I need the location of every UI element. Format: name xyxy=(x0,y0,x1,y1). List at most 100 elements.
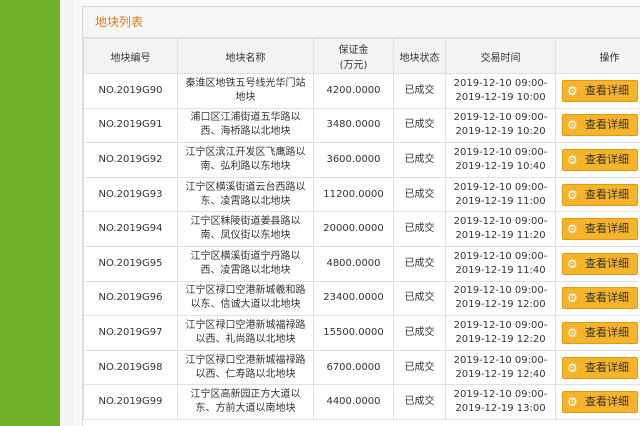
cell-name-line2: 以东、信诚大道以北地块 xyxy=(190,299,301,311)
cell-name-line1: 江宁区禄口空港新城羲和路 xyxy=(185,285,306,297)
cell-action: ⚙ 查看详细 xyxy=(555,211,640,247)
header-action: 操作 xyxy=(555,38,640,74)
cell-deposit: 20000.0000 xyxy=(313,211,394,247)
view-details-button[interactable]: ⚙ 查看详细 xyxy=(562,391,638,414)
cell-time-start: 2019-12-10 09:00- xyxy=(453,319,548,331)
table-row: NO.2019G96 江宁区禄口空港新城羲和路 以东、信诚大道以北地块 23400.0… xyxy=(83,280,640,317)
land-list-panel: 地块列表 地块编号 地块名称 保证金 (万元) 地块状态 交易时间 操作 NO.… xyxy=(82,6,640,426)
cell-time-start: 2019-12-10 09:00- xyxy=(453,285,548,297)
view-details-label: 查看详细 xyxy=(585,152,629,166)
cell-status: 已成交 xyxy=(393,142,446,178)
view-details-label: 查看详细 xyxy=(585,360,629,374)
cell-time: 2019-12-10 09:00- 2019-12-19 10:40 xyxy=(445,142,556,178)
view-details-label: 查看详细 xyxy=(585,325,629,339)
cell-code: NO.2019G96 xyxy=(83,280,178,317)
header-deposit: 保证金 (万元) xyxy=(313,38,394,74)
cell-code: NO.2019G98 xyxy=(83,349,178,386)
cell-deposit: 4200.0000 xyxy=(313,73,394,109)
cell-name-line2: 东、凌霄路以北地块 xyxy=(200,195,291,207)
gear-icon: ⚙ xyxy=(567,222,578,237)
cell-name-line1: 秦淮区地铁五号线光华门站 xyxy=(185,77,306,89)
cell-name-line1: 江宁区禄口空港新城福禄路 xyxy=(185,319,306,331)
table-row: NO.2019G94 江宁区秣陵街道姜县路以 南、凤仪街以东地块 20000.0000… xyxy=(83,211,640,247)
cell-name-line1: 江宁区滨江开发区飞鹰路以 xyxy=(185,146,306,158)
panel-title: 地块列表 xyxy=(83,7,640,38)
view-details-label: 查看详细 xyxy=(585,118,629,132)
view-details-label: 查看详细 xyxy=(585,256,629,270)
cell-time: 2019-12-10 09:00- 2019-12-19 12:00 xyxy=(445,280,556,317)
cell-time-end: 2019-12-19 12:40 xyxy=(455,368,546,380)
cell-name-line1: 浦口区江浦街道五华路以 xyxy=(190,112,301,124)
cell-code: NO.2019G95 xyxy=(83,245,178,282)
view-details-button[interactable]: ⚙ 查看详细 xyxy=(562,183,638,206)
table-row: NO.2019G90 秦淮区地铁五号线光华门站 地块 4200.0000 已成交 2019… xyxy=(83,73,640,109)
cell-time-start: 2019-12-10 09:00- xyxy=(453,181,548,193)
cell-name: 秦淮区地铁五号线光华门站 地块 xyxy=(177,73,314,109)
header-deposit-line1: 保证金 xyxy=(338,45,369,56)
view-details-button[interactable]: ⚙ 查看详细 xyxy=(562,356,638,379)
cell-name-line1: 江宁区秣陵街道姜县路以 xyxy=(190,216,301,228)
side-gap xyxy=(60,0,74,426)
cell-time: 2019-12-10 09:00- 2019-12-19 12:40 xyxy=(445,349,556,386)
cell-time-start: 2019-12-10 09:00- xyxy=(453,354,548,366)
cell-name: 浦口区江浦街道五华路以 西、海桥路以北地块 xyxy=(177,107,314,144)
cell-name: 江宁区高新园正方大道以 东、方前大道以南地块 xyxy=(177,384,314,420)
gear-icon: ⚙ xyxy=(567,360,578,375)
cell-time: 2019-12-10 09:00- 2019-12-19 10:00 xyxy=(445,73,556,109)
cell-deposit: 15500.0000 xyxy=(313,315,394,351)
cell-action: ⚙ 查看详细 xyxy=(555,107,640,144)
cell-name-line2: 以西、礼尚路以北地块 xyxy=(195,333,296,345)
view-details-button[interactable]: ⚙ 查看详细 xyxy=(562,148,638,171)
table-row: NO.2019G92 江宁区滨江开发区飞鹰路以 南、弘利路以东地块 3600.0000… xyxy=(83,142,640,178)
cell-name: 江宁区滨江开发区飞鹰路以 南、弘利路以东地块 xyxy=(177,142,314,178)
cell-deposit: 4400.0000 xyxy=(313,384,394,420)
cell-action: ⚙ 查看详细 xyxy=(555,73,640,109)
table-row: NO.2019G91 浦口区江浦街道五华路以 西、海桥路以北地块 3480.0000 已… xyxy=(83,107,640,144)
cell-name-line1: 江宁区横溪街道宁丹路以 xyxy=(190,250,301,262)
header-time: 交易时间 xyxy=(445,38,556,74)
cell-time-start: 2019-12-10 09:00- xyxy=(453,250,548,262)
cell-name-line2: 东、方前大道以南地块 xyxy=(195,403,296,415)
view-details-button[interactable]: ⚙ 查看详细 xyxy=(562,252,638,275)
cell-code: NO.2019G93 xyxy=(83,176,178,213)
cell-status: 已成交 xyxy=(393,384,446,420)
cell-name: 江宁区禄口空港新城福禄路 以西、礼尚路以北地块 xyxy=(177,315,314,351)
table-row: NO.2019G98 江宁区禄口空港新城福禄路 以西、仁寿路以北地块 6700.000… xyxy=(83,349,640,386)
cell-name-line1: 江宁区高新园正方大道以 xyxy=(190,389,301,401)
view-details-button[interactable]: ⚙ 查看详细 xyxy=(562,79,638,102)
cell-time-end: 2019-12-19 12:00 xyxy=(455,299,546,311)
view-details-label: 查看详细 xyxy=(585,83,629,97)
cell-time-start: 2019-12-10 09:00- xyxy=(453,77,548,89)
cell-name: 江宁区秣陵街道姜县路以 南、凤仪街以东地块 xyxy=(177,211,314,247)
gear-icon: ⚙ xyxy=(567,256,578,271)
gear-icon: ⚙ xyxy=(567,83,578,98)
cell-time-start: 2019-12-10 09:00- xyxy=(453,389,548,401)
table-row: NO.2019G97 江宁区禄口空港新城福禄路 以西、礼尚路以北地块 15500.00… xyxy=(83,315,640,351)
cell-status: 已成交 xyxy=(393,315,446,351)
cell-deposit: 23400.0000 xyxy=(313,280,394,317)
view-details-label: 查看详细 xyxy=(585,395,629,409)
cell-time: 2019-12-10 09:00- 2019-12-19 10:20 xyxy=(445,107,556,144)
land-table: 地块编号 地块名称 保证金 (万元) 地块状态 交易时间 操作 NO.2019G… xyxy=(83,38,640,420)
cell-time: 2019-12-10 09:00- 2019-12-19 11:00 xyxy=(445,176,556,213)
table-row: NO.2019G95 江宁区横溪街道宁丹路以 西、凌霄路以北地块 4800.0000 已… xyxy=(83,245,640,282)
header-code: 地块编号 xyxy=(83,38,178,74)
cell-name-line2: 南、弘利路以东地块 xyxy=(200,160,291,172)
view-details-button[interactable]: ⚙ 查看详细 xyxy=(562,114,638,137)
cell-time: 2019-12-10 09:00- 2019-12-19 11:20 xyxy=(445,211,556,247)
view-details-button[interactable]: ⚙ 查看详细 xyxy=(562,287,638,310)
table-row: NO.2019G93 江宁区横溪街道云台西路以 东、凌霄路以北地块 11200.000… xyxy=(83,176,640,213)
view-details-button[interactable]: ⚙ 查看详细 xyxy=(562,321,638,344)
view-details-label: 查看详细 xyxy=(585,222,629,236)
cell-code: NO.2019G99 xyxy=(83,384,178,420)
table-row: NO.2019G99 江宁区高新园正方大道以 东、方前大道以南地块 4400.0000… xyxy=(83,384,640,420)
header-status: 地块状态 xyxy=(393,38,446,74)
view-details-button[interactable]: ⚙ 查看详细 xyxy=(562,218,638,241)
gear-icon: ⚙ xyxy=(567,325,578,340)
cell-action: ⚙ 查看详细 xyxy=(555,142,640,178)
header-deposit-line2: (万元) xyxy=(339,60,368,71)
gear-icon: ⚙ xyxy=(567,118,578,133)
cell-name: 江宁区禄口空港新城羲和路 以东、信诚大道以北地块 xyxy=(177,280,314,317)
cell-action: ⚙ 查看详细 xyxy=(555,245,640,282)
cell-deposit: 4800.0000 xyxy=(313,245,394,282)
